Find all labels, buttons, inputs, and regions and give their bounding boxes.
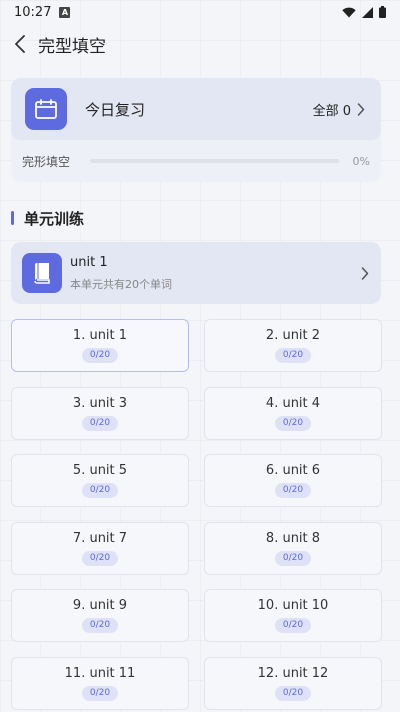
unit-tile-label: 3. unit 3	[72, 395, 128, 411]
chevron-right-icon	[361, 266, 369, 280]
signal-icon	[362, 6, 373, 18]
unit-progress-badge: 0/20	[81, 415, 119, 431]
section-title: 单元训练	[24, 209, 85, 228]
unit-tile[interactable]: 11. unit 11 0/20	[11, 656, 189, 710]
unit-progress-badge: 0/20	[274, 483, 312, 498]
unit-tile[interactable]: 3. unit 3 0/20	[11, 386, 189, 440]
unit-tile[interactable]: 5. unit 5 0/20	[11, 454, 189, 507]
status-bar: 10:27 A	[0, 0, 400, 24]
current-unit-name: unit 1	[70, 254, 108, 270]
review-all-link[interactable]: 全部 0	[313, 100, 365, 119]
back-arrow-icon	[15, 35, 25, 53]
page-title: 完型填空	[38, 36, 106, 57]
unit-progress-badge: 0/20	[81, 348, 119, 363]
unit-tile-label: 10. unit 10	[257, 598, 329, 613]
unit-progress-badge: 0/20	[81, 618, 119, 633]
unit-tile-label: 12. unit 12	[257, 665, 329, 681]
book-icon	[22, 253, 62, 293]
unit-tile-label: 7. unit 7	[72, 530, 128, 546]
unit-tile[interactable]: 6. unit 6 0/20	[204, 454, 382, 507]
unit-tile-label: 9. unit 9	[72, 598, 128, 613]
unit-progress-badge: 0/20	[274, 550, 312, 566]
progress-bar	[90, 159, 339, 163]
unit-tile[interactable]: 4. unit 4 0/20	[204, 386, 382, 440]
unit-progress-badge: 0/20	[81, 550, 119, 566]
unit-tile[interactable]: 1. unit 1 0/20	[11, 319, 189, 372]
section-heading: 单元训练	[11, 207, 84, 229]
review-all-label: 全部 0	[312, 103, 351, 119]
unit-progress-badge: 0/20	[274, 685, 312, 701]
unit-tile-label: 11. unit 11	[64, 665, 136, 681]
progress-percent: 0%	[352, 154, 370, 168]
today-review-row[interactable]: 今日复习 全部 0	[11, 78, 381, 140]
unit-progress-badge: 0/20	[274, 415, 312, 431]
calendar-icon	[25, 88, 67, 130]
unit-progress-badge: 0/20	[274, 348, 312, 363]
unit-tile[interactable]: 8. unit 8 0/20	[204, 521, 382, 575]
current-unit-card[interactable]: unit 1 本单元共有20个单词	[11, 242, 381, 304]
unit-progress-badge: 0/20	[81, 685, 119, 701]
notification-a-icon: A	[59, 6, 71, 18]
unit-tile-label: 5. unit 5	[72, 463, 128, 478]
chevron-right-icon	[357, 102, 365, 116]
unit-tile-label: 2. unit 2	[265, 328, 321, 343]
progress-label: 完形填空	[22, 154, 71, 169]
app-header: 完型填空	[0, 24, 400, 64]
unit-progress-badge: 0/20	[274, 618, 312, 633]
wifi-icon	[342, 7, 356, 17]
cloze-progress-row: 完形填空 0%	[11, 140, 381, 182]
unit-tile[interactable]: 7. unit 7 0/20	[11, 521, 189, 575]
status-time: 10:27	[14, 4, 52, 20]
unit-tile[interactable]: 10. unit 10 0/20	[204, 589, 382, 642]
review-title: 今日复习	[85, 100, 146, 119]
unit-tile[interactable]: 2. unit 2 0/20	[204, 319, 382, 372]
back-button[interactable]	[0, 24, 40, 64]
unit-tile-label: 1. unit 1	[72, 328, 128, 343]
review-card: 今日复习 全部 0 完形填空 0%	[11, 78, 381, 182]
section-accent-bar	[11, 211, 14, 225]
unit-progress-badge: 0/20	[81, 483, 119, 498]
unit-tile-label: 4. unit 4	[265, 395, 321, 411]
battery-icon	[379, 6, 386, 18]
unit-tile-label: 8. unit 8	[265, 530, 321, 546]
unit-tile[interactable]: 9. unit 9 0/20	[11, 589, 189, 642]
current-unit-description: 本单元共有20个单词	[70, 277, 172, 291]
unit-tile-label: 6. unit 6	[265, 463, 321, 478]
unit-tile[interactable]: 12. unit 12 0/20	[204, 656, 382, 710]
